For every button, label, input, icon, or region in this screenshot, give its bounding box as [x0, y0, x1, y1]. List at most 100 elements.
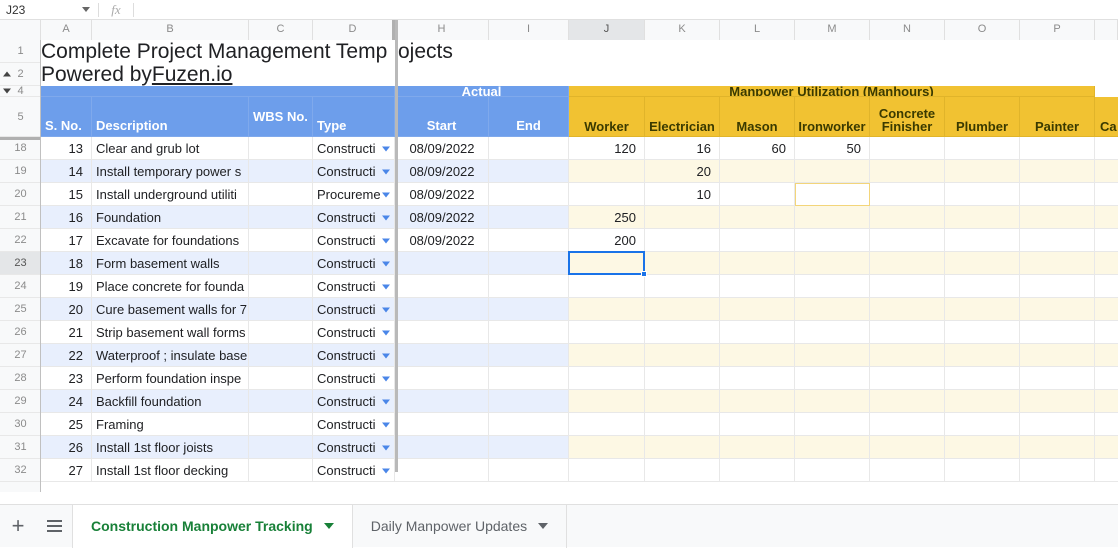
cell-Q31[interactable]	[1095, 436, 1118, 459]
chevron-down-icon[interactable]	[382, 307, 390, 312]
cell-J19[interactable]	[569, 160, 645, 183]
fill-handle[interactable]	[641, 271, 647, 277]
row-header-26[interactable]: 26	[0, 321, 40, 344]
cell-P22[interactable]	[1020, 229, 1095, 252]
cell-L22[interactable]	[720, 229, 795, 252]
cell-J28[interactable]	[569, 367, 645, 390]
cell-value-type[interactable]: Constructi	[313, 367, 395, 390]
select-all-corner[interactable]	[0, 20, 41, 40]
cell-J27[interactable]	[569, 344, 645, 367]
cell-value-type[interactable]: Constructi	[313, 298, 395, 321]
cell-C29[interactable]	[249, 390, 313, 413]
name-box[interactable]: J23	[0, 0, 98, 20]
cell-value-type[interactable]: Constructi	[313, 459, 395, 482]
chevron-down-icon[interactable]	[382, 468, 390, 473]
cell-value-sno[interactable]: 19	[41, 275, 92, 298]
cell-H30[interactable]	[395, 413, 489, 436]
chevron-down-icon[interactable]	[382, 399, 390, 404]
cell-C22[interactable]	[249, 229, 313, 252]
cell-O29[interactable]	[945, 390, 1020, 413]
cell-value-type[interactable]: Constructi	[313, 413, 395, 436]
cell-Q24[interactable]	[1095, 275, 1118, 298]
cell-N24[interactable]	[870, 275, 945, 298]
cell-N32[interactable]	[870, 459, 945, 482]
cell-value-description[interactable]: Place concrete for founda	[92, 275, 249, 298]
cell-I29[interactable]	[489, 390, 569, 413]
chevron-down-icon[interactable]	[382, 353, 390, 358]
cell-value-start[interactable]: 08/09/2022	[395, 206, 489, 229]
cell-value-electrician[interactable]: 20	[645, 160, 720, 183]
chevron-down-icon[interactable]	[382, 261, 390, 266]
cell-value-ironworker[interactable]: 50	[795, 137, 870, 160]
cell-Q22[interactable]	[1095, 229, 1118, 252]
cell-P31[interactable]	[1020, 436, 1095, 459]
cell-value-mason[interactable]: 60	[720, 137, 795, 160]
row-header-23[interactable]: 23	[0, 252, 40, 275]
cell-L19[interactable]	[720, 160, 795, 183]
cell-value-description[interactable]: Strip basement wall forms	[92, 321, 249, 344]
cell-M28[interactable]	[795, 367, 870, 390]
cell-Q19[interactable]	[1095, 160, 1118, 183]
row-header-27[interactable]: 27	[0, 344, 40, 367]
cell-I19[interactable]	[489, 160, 569, 183]
chevron-down-icon[interactable]	[382, 376, 390, 381]
cell-C30[interactable]	[249, 413, 313, 436]
cell-H26[interactable]	[395, 321, 489, 344]
cell-L23[interactable]	[720, 252, 795, 275]
cell-I28[interactable]	[489, 367, 569, 390]
sheet-tab-0[interactable]: Construction Manpower Tracking	[72, 504, 353, 548]
cell-M22[interactable]	[795, 229, 870, 252]
row-header-24[interactable]: 24	[0, 275, 40, 298]
cell-M30[interactable]	[795, 413, 870, 436]
cell-P27[interactable]	[1020, 344, 1095, 367]
cell-P21[interactable]	[1020, 206, 1095, 229]
cell-K24[interactable]	[645, 275, 720, 298]
cell-L21[interactable]	[720, 206, 795, 229]
cell-J30[interactable]	[569, 413, 645, 436]
cell-value-type[interactable]: Constructi	[313, 275, 395, 298]
row-header-25[interactable]: 25	[0, 298, 40, 321]
cell-value-description[interactable]: Cure basement walls for 7	[92, 298, 249, 321]
cell-value-description[interactable]: Foundation	[92, 206, 249, 229]
cell-M32[interactable]	[795, 459, 870, 482]
chevron-down-icon[interactable]	[382, 215, 390, 220]
cell-value-sno[interactable]: 22	[41, 344, 92, 367]
cell-H32[interactable]	[395, 459, 489, 482]
cell-N20[interactable]	[870, 183, 945, 206]
cell-value-description[interactable]: Perform foundation inspe	[92, 367, 249, 390]
cell-M25[interactable]	[795, 298, 870, 321]
cell-value-sno[interactable]: 14	[41, 160, 92, 183]
cell-L32[interactable]	[720, 459, 795, 482]
cell-I26[interactable]	[489, 321, 569, 344]
cell-M26[interactable]	[795, 321, 870, 344]
cell-K21[interactable]	[645, 206, 720, 229]
cell-K28[interactable]	[645, 367, 720, 390]
chevron-down-icon[interactable]	[538, 523, 549, 529]
sheet-tab-1[interactable]: Daily Manpower Updates	[353, 504, 568, 548]
cell-K30[interactable]	[645, 413, 720, 436]
cell-value-electrician[interactable]: 10	[645, 183, 720, 206]
cell-I32[interactable]	[489, 459, 569, 482]
cell-P23[interactable]	[1020, 252, 1095, 275]
cell-K27[interactable]	[645, 344, 720, 367]
cell-N18[interactable]	[870, 137, 945, 160]
cell-I25[interactable]	[489, 298, 569, 321]
row-header-29[interactable]: 29	[0, 390, 40, 413]
cell-O31[interactable]	[945, 436, 1020, 459]
cell-O27[interactable]	[945, 344, 1020, 367]
cell-O24[interactable]	[945, 275, 1020, 298]
row-header-18[interactable]: 18	[0, 137, 40, 160]
cell-P18[interactable]	[1020, 137, 1095, 160]
chevron-down-icon[interactable]	[323, 523, 334, 529]
cell-P29[interactable]	[1020, 390, 1095, 413]
cell-C24[interactable]	[249, 275, 313, 298]
cell-Q21[interactable]	[1095, 206, 1118, 229]
add-sheet-button[interactable]: +	[0, 505, 36, 548]
cell-N21[interactable]	[870, 206, 945, 229]
cell-P32[interactable]	[1020, 459, 1095, 482]
cell-value-sno[interactable]: 18	[41, 252, 92, 275]
cell-N29[interactable]	[870, 390, 945, 413]
cell-C18[interactable]	[249, 137, 313, 160]
cell-P20[interactable]	[1020, 183, 1095, 206]
cell-L26[interactable]	[720, 321, 795, 344]
